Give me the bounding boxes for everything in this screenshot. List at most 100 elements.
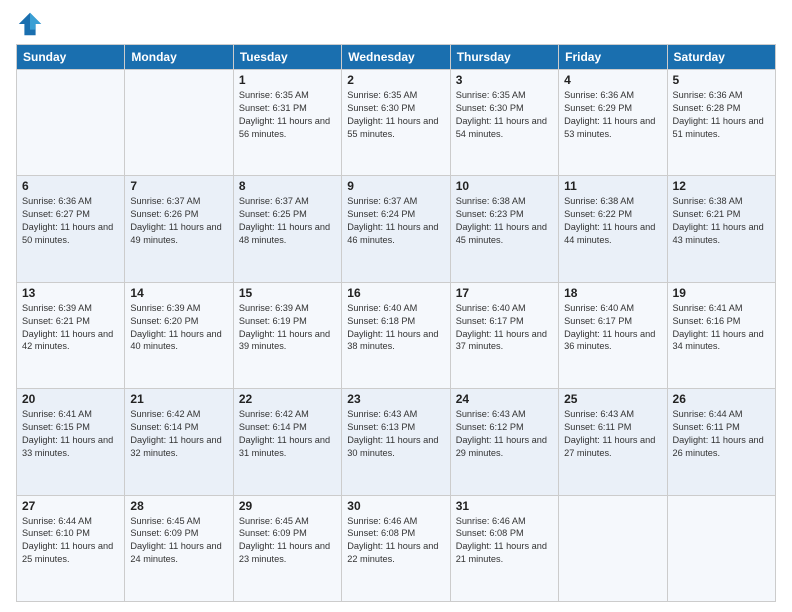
calendar-cell: 6Sunrise: 6:36 AM Sunset: 6:27 PM Daylig… bbox=[17, 176, 125, 282]
day-info: Sunrise: 6:42 AM Sunset: 6:14 PM Dayligh… bbox=[130, 408, 227, 460]
calendar-cell: 10 Sunrise: 6:38 AM Sunset: 6:23 PM Dayli… bbox=[450, 176, 558, 282]
day-number: 3 bbox=[456, 73, 553, 87]
calendar-cell: 5Sunrise: 6:36 AM Sunset: 6:28 PM Daylig… bbox=[667, 70, 775, 176]
day-number: 14 bbox=[130, 286, 227, 300]
day-info: Sunrise: 6:36 AM Sunset: 6:28 PM Dayligh… bbox=[673, 89, 770, 141]
logo-icon bbox=[16, 10, 44, 38]
day-number: 31 bbox=[456, 499, 553, 513]
day-info: Sunrise: 6:37 AM Sunset: 6:25 PM Dayligh… bbox=[239, 195, 336, 247]
calendar-cell: 9 Sunrise: 6:37 AM Sunset: 6:24 PM Daylig… bbox=[342, 176, 450, 282]
day-info: Sunrise: 6:39 AM Sunset: 6:20 PM Dayligh… bbox=[130, 302, 227, 354]
day-info: Sunrise: 6:38 AM Sunset: 6:23 PM Dayligh… bbox=[456, 195, 553, 247]
calendar-cell: 25 Sunrise: 6:43 AM Sunset: 6:11 PM Dayli… bbox=[559, 389, 667, 495]
day-info: Sunrise: 6:38 AM Sunset: 6:21 PM Dayligh… bbox=[673, 195, 770, 247]
day-number: 12 bbox=[673, 179, 770, 193]
day-number: 17 bbox=[456, 286, 553, 300]
weekday-header: Saturday bbox=[667, 45, 775, 70]
day-info: Sunrise: 6:45 AM Sunset: 6:09 PM Dayligh… bbox=[239, 515, 336, 567]
day-number: 20 bbox=[22, 392, 119, 406]
day-info: Sunrise: 6:37 AM Sunset: 6:26 PM Dayligh… bbox=[130, 195, 227, 247]
calendar-cell: 31 Sunrise: 6:46 AM Sunset: 6:08 PM Dayli… bbox=[450, 495, 558, 601]
day-info: Sunrise: 6:41 AM Sunset: 6:16 PM Dayligh… bbox=[673, 302, 770, 354]
weekday-header: Sunday bbox=[17, 45, 125, 70]
weekday-header: Tuesday bbox=[233, 45, 341, 70]
day-info: Sunrise: 6:38 AM Sunset: 6:22 PM Dayligh… bbox=[564, 195, 661, 247]
day-info: Sunrise: 6:40 AM Sunset: 6:17 PM Dayligh… bbox=[564, 302, 661, 354]
calendar-week-row: 13 Sunrise: 6:39 AM Sunset: 6:21 PM Dayli… bbox=[17, 282, 776, 388]
header bbox=[16, 10, 776, 38]
calendar-cell: 2Sunrise: 6:35 AM Sunset: 6:30 PM Daylig… bbox=[342, 70, 450, 176]
calendar: SundayMondayTuesdayWednesdayThursdayFrid… bbox=[16, 44, 776, 602]
day-info: Sunrise: 6:44 AM Sunset: 6:10 PM Dayligh… bbox=[22, 515, 119, 567]
calendar-cell: 16 Sunrise: 6:40 AM Sunset: 6:18 PM Dayli… bbox=[342, 282, 450, 388]
day-info: Sunrise: 6:35 AM Sunset: 6:30 PM Dayligh… bbox=[347, 89, 444, 141]
day-number: 19 bbox=[673, 286, 770, 300]
day-number: 13 bbox=[22, 286, 119, 300]
day-number: 25 bbox=[564, 392, 661, 406]
logo bbox=[16, 10, 48, 38]
calendar-cell: 20Sunrise: 6:41 AM Sunset: 6:15 PM Dayli… bbox=[17, 389, 125, 495]
day-info: Sunrise: 6:43 AM Sunset: 6:13 PM Dayligh… bbox=[347, 408, 444, 460]
calendar-cell: 11 Sunrise: 6:38 AM Sunset: 6:22 PM Dayli… bbox=[559, 176, 667, 282]
calendar-cell: 13 Sunrise: 6:39 AM Sunset: 6:21 PM Dayli… bbox=[17, 282, 125, 388]
day-number: 9 bbox=[347, 179, 444, 193]
calendar-cell: 28 Sunrise: 6:45 AM Sunset: 6:09 PM Dayli… bbox=[125, 495, 233, 601]
day-info: Sunrise: 6:39 AM Sunset: 6:21 PM Dayligh… bbox=[22, 302, 119, 354]
day-number: 26 bbox=[673, 392, 770, 406]
calendar-cell: 22 Sunrise: 6:42 AM Sunset: 6:14 PM Dayli… bbox=[233, 389, 341, 495]
calendar-cell: 1Sunrise: 6:35 AM Sunset: 6:31 PM Daylig… bbox=[233, 70, 341, 176]
day-number: 28 bbox=[130, 499, 227, 513]
day-number: 18 bbox=[564, 286, 661, 300]
calendar-week-row: 6Sunrise: 6:36 AM Sunset: 6:27 PM Daylig… bbox=[17, 176, 776, 282]
day-info: Sunrise: 6:45 AM Sunset: 6:09 PM Dayligh… bbox=[130, 515, 227, 567]
day-number: 21 bbox=[130, 392, 227, 406]
day-info: Sunrise: 6:43 AM Sunset: 6:11 PM Dayligh… bbox=[564, 408, 661, 460]
calendar-cell bbox=[125, 70, 233, 176]
day-number: 11 bbox=[564, 179, 661, 193]
day-number: 16 bbox=[347, 286, 444, 300]
calendar-cell: 15 Sunrise: 6:39 AM Sunset: 6:19 PM Dayli… bbox=[233, 282, 341, 388]
day-number: 22 bbox=[239, 392, 336, 406]
day-info: Sunrise: 6:36 AM Sunset: 6:27 PM Dayligh… bbox=[22, 195, 119, 247]
day-number: 10 bbox=[456, 179, 553, 193]
day-info: Sunrise: 6:46 AM Sunset: 6:08 PM Dayligh… bbox=[347, 515, 444, 567]
calendar-cell bbox=[559, 495, 667, 601]
calendar-cell: 8 Sunrise: 6:37 AM Sunset: 6:25 PM Daylig… bbox=[233, 176, 341, 282]
day-number: 24 bbox=[456, 392, 553, 406]
calendar-cell: 24 Sunrise: 6:43 AM Sunset: 6:12 PM Dayli… bbox=[450, 389, 558, 495]
weekday-header-row: SundayMondayTuesdayWednesdayThursdayFrid… bbox=[17, 45, 776, 70]
weekday-header: Wednesday bbox=[342, 45, 450, 70]
calendar-cell: 23 Sunrise: 6:43 AM Sunset: 6:13 PM Dayli… bbox=[342, 389, 450, 495]
weekday-header: Thursday bbox=[450, 45, 558, 70]
day-info: Sunrise: 6:46 AM Sunset: 6:08 PM Dayligh… bbox=[456, 515, 553, 567]
calendar-cell: 30 Sunrise: 6:46 AM Sunset: 6:08 PM Dayli… bbox=[342, 495, 450, 601]
calendar-cell: 3Sunrise: 6:35 AM Sunset: 6:30 PM Daylig… bbox=[450, 70, 558, 176]
day-info: Sunrise: 6:43 AM Sunset: 6:12 PM Dayligh… bbox=[456, 408, 553, 460]
day-info: Sunrise: 6:39 AM Sunset: 6:19 PM Dayligh… bbox=[239, 302, 336, 354]
calendar-cell: 4Sunrise: 6:36 AM Sunset: 6:29 PM Daylig… bbox=[559, 70, 667, 176]
calendar-week-row: 27Sunrise: 6:44 AM Sunset: 6:10 PM Dayli… bbox=[17, 495, 776, 601]
day-number: 8 bbox=[239, 179, 336, 193]
day-number: 29 bbox=[239, 499, 336, 513]
day-number: 23 bbox=[347, 392, 444, 406]
calendar-cell bbox=[17, 70, 125, 176]
page: SundayMondayTuesdayWednesdayThursdayFrid… bbox=[0, 0, 792, 612]
day-info: Sunrise: 6:40 AM Sunset: 6:17 PM Dayligh… bbox=[456, 302, 553, 354]
calendar-cell: 29 Sunrise: 6:45 AM Sunset: 6:09 PM Dayli… bbox=[233, 495, 341, 601]
day-info: Sunrise: 6:40 AM Sunset: 6:18 PM Dayligh… bbox=[347, 302, 444, 354]
day-info: Sunrise: 6:42 AM Sunset: 6:14 PM Dayligh… bbox=[239, 408, 336, 460]
day-info: Sunrise: 6:35 AM Sunset: 6:31 PM Dayligh… bbox=[239, 89, 336, 141]
calendar-cell: 19 Sunrise: 6:41 AM Sunset: 6:16 PM Dayli… bbox=[667, 282, 775, 388]
day-number: 15 bbox=[239, 286, 336, 300]
day-info: Sunrise: 6:44 AM Sunset: 6:11 PM Dayligh… bbox=[673, 408, 770, 460]
weekday-header: Friday bbox=[559, 45, 667, 70]
day-number: 30 bbox=[347, 499, 444, 513]
day-info: Sunrise: 6:37 AM Sunset: 6:24 PM Dayligh… bbox=[347, 195, 444, 247]
calendar-cell: 17 Sunrise: 6:40 AM Sunset: 6:17 PM Dayli… bbox=[450, 282, 558, 388]
day-number: 7 bbox=[130, 179, 227, 193]
day-info: Sunrise: 6:36 AM Sunset: 6:29 PM Dayligh… bbox=[564, 89, 661, 141]
calendar-week-row: 20Sunrise: 6:41 AM Sunset: 6:15 PM Dayli… bbox=[17, 389, 776, 495]
calendar-cell: 12 Sunrise: 6:38 AM Sunset: 6:21 PM Dayli… bbox=[667, 176, 775, 282]
calendar-cell: 27Sunrise: 6:44 AM Sunset: 6:10 PM Dayli… bbox=[17, 495, 125, 601]
calendar-cell: 14 Sunrise: 6:39 AM Sunset: 6:20 PM Dayli… bbox=[125, 282, 233, 388]
